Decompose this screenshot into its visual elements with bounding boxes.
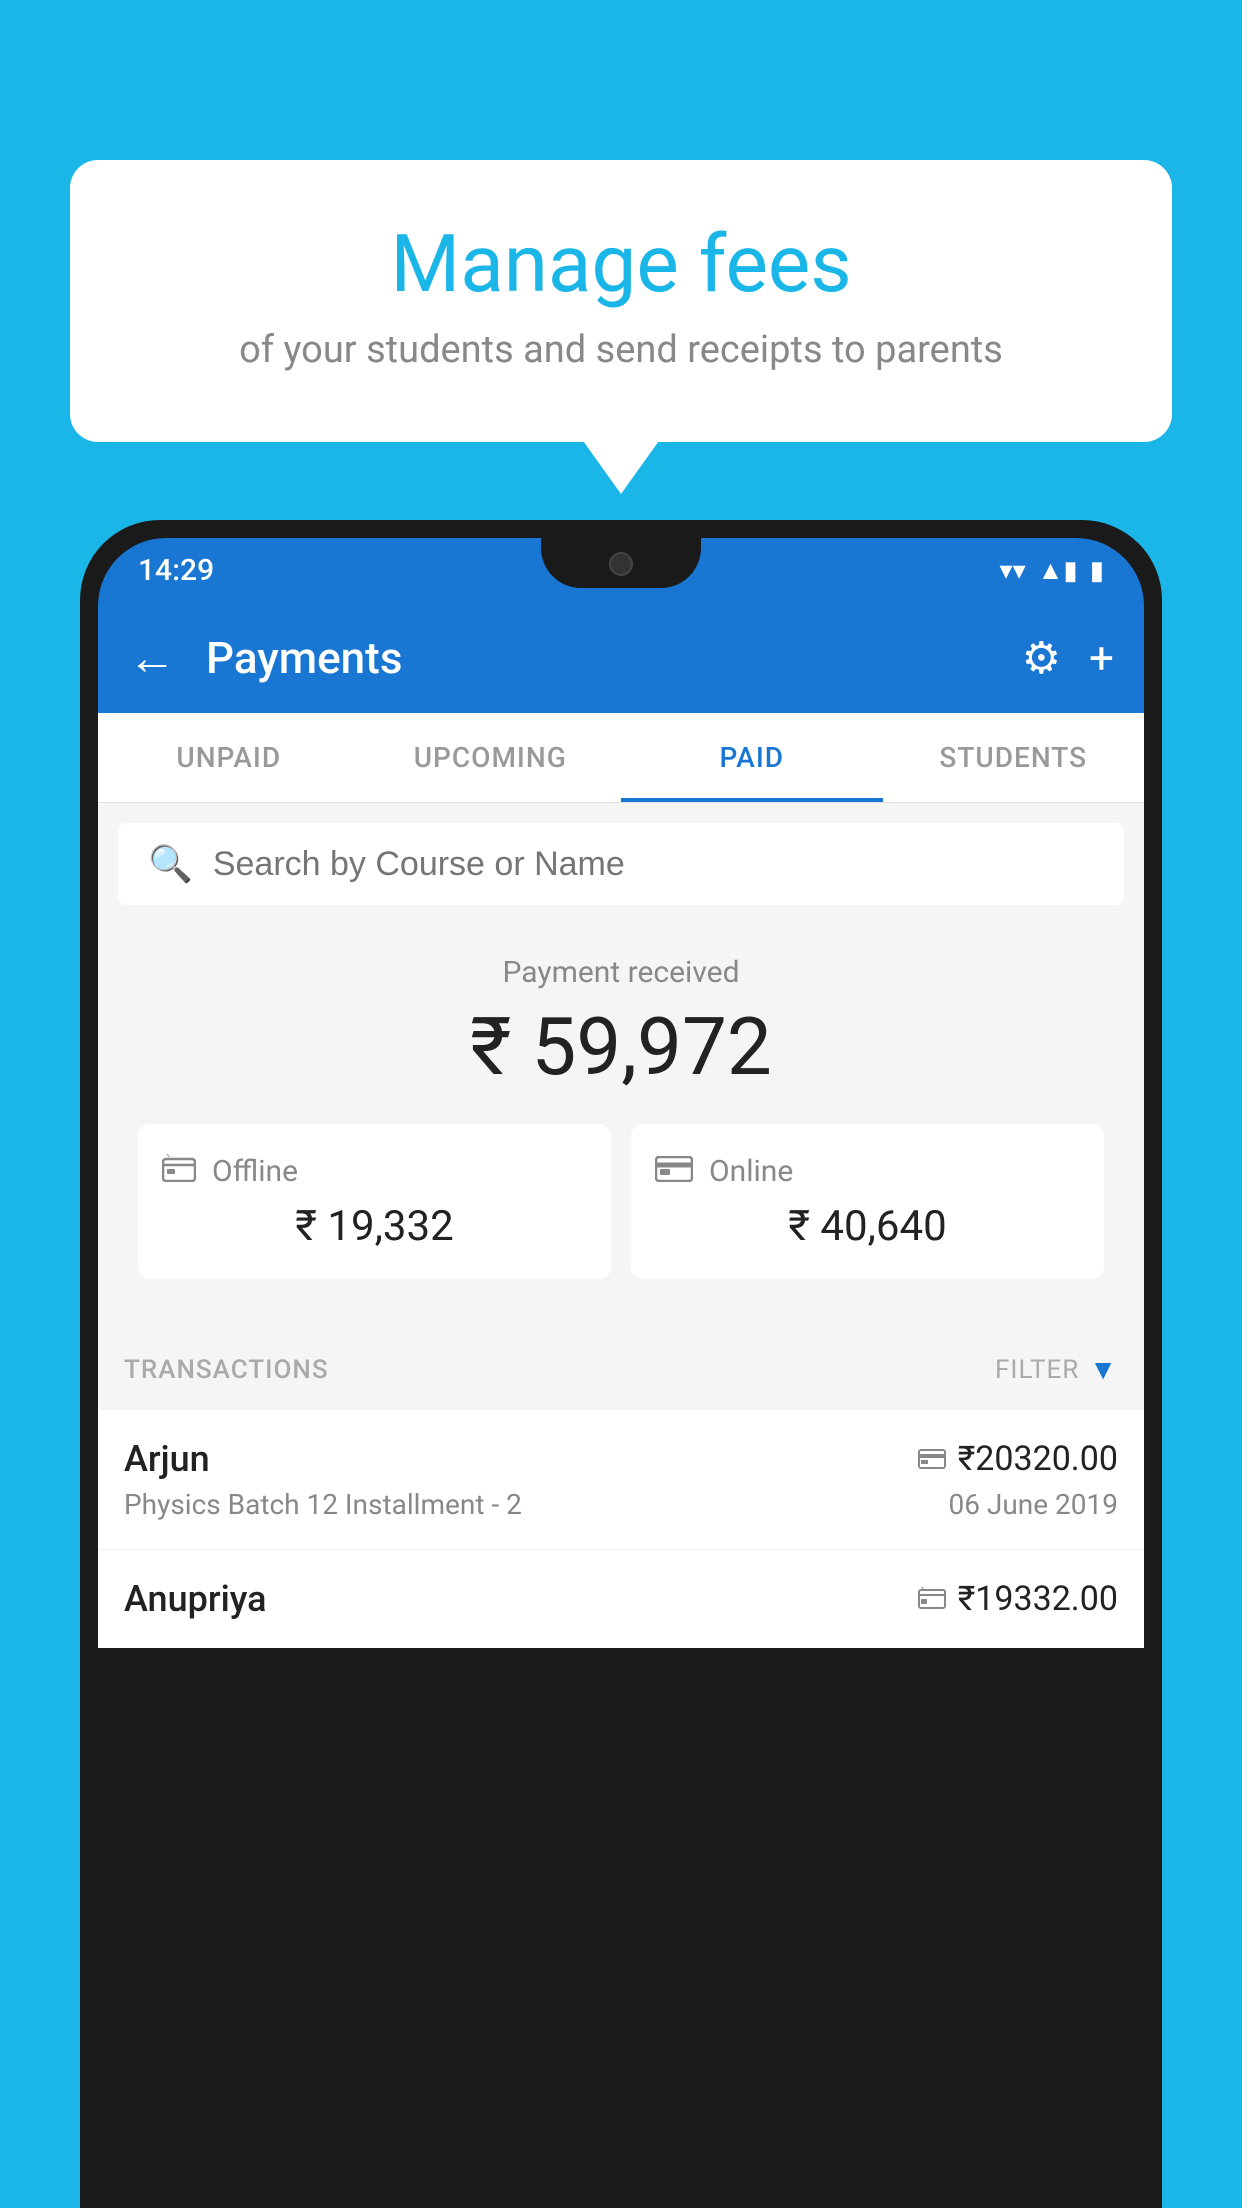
transaction-name-2: Anupriya (124, 1578, 267, 1620)
svg-text:₹: ₹ (921, 1587, 926, 1593)
transaction-partial-top: Anupriya ₹ ₹19 (124, 1578, 1118, 1620)
tabs-bar: UNPAID UPCOMING PAID STUDENTS (98, 713, 1144, 803)
payment-cards: ₹ Offline ₹ 19,332 (118, 1124, 1124, 1309)
transaction-amount: ₹20320.00 (958, 1439, 1118, 1479)
add-icon[interactable]: + (1089, 632, 1114, 684)
offline-card-header: ₹ Offline (162, 1152, 587, 1190)
online-payment-card: Online ₹ 40,640 (631, 1124, 1104, 1279)
search-bar: 🔍 (118, 823, 1124, 905)
speech-bubble-container: Manage fees of your students and send re… (70, 160, 1172, 442)
transaction-amount-row-2: ₹ ₹19332.00 (918, 1579, 1118, 1619)
transaction-list: Arjun ₹20320.00 (98, 1410, 1144, 1648)
phone-inner: 14:29 ▾▾ ▲▮ ▮ ← Payments ⚙ + UNPAID (98, 538, 1144, 2190)
svg-text:₹: ₹ (166, 1154, 171, 1160)
phone-notch (541, 538, 701, 588)
online-card-amount: ₹ 40,640 (655, 1202, 1080, 1251)
offline-payment-card: ₹ Offline ₹ 19,332 (138, 1124, 611, 1279)
wifi-icon: ▾▾ (1000, 556, 1026, 586)
app-bar: ← Payments ⚙ + (98, 603, 1144, 713)
tab-unpaid[interactable]: UNPAID (98, 713, 360, 802)
transaction-row-bottom: Physics Batch 12 Installment - 2 06 June… (124, 1488, 1118, 1521)
transaction-date: 06 June 2019 (948, 1488, 1118, 1521)
tab-paid[interactable]: PAID (621, 713, 883, 802)
app-title: Payments (206, 632, 992, 684)
payment-type-icon-2: ₹ (918, 1583, 946, 1616)
payment-received-amount: ₹ 59,972 (118, 1000, 1124, 1094)
transaction-amount-2: ₹19332.00 (958, 1579, 1118, 1619)
filter-icon: ▼ (1089, 1353, 1118, 1386)
phone-camera (609, 552, 633, 576)
offline-card-amount: ₹ 19,332 (162, 1202, 587, 1251)
signal-icon: ▲▮ (1038, 555, 1078, 586)
online-card-type: Online (709, 1154, 793, 1189)
settings-icon[interactable]: ⚙ (1022, 632, 1061, 684)
transaction-row-top: Arjun ₹20320.00 (124, 1438, 1118, 1480)
transaction-item-partial[interactable]: Anupriya ₹ ₹19 (98, 1550, 1144, 1648)
tab-students[interactable]: STUDENTS (883, 713, 1145, 802)
transaction-name: Arjun (124, 1438, 210, 1480)
search-input[interactable] (213, 845, 1094, 884)
back-button[interactable]: ← (128, 634, 176, 682)
transactions-header: TRANSACTIONS FILTER ▼ (98, 1329, 1144, 1410)
status-icons: ▾▾ ▲▮ ▮ (1000, 555, 1104, 586)
transaction-description: Physics Batch 12 Installment - 2 (124, 1488, 522, 1521)
bubble-title: Manage fees (150, 220, 1092, 308)
payment-received-label: Payment received (118, 955, 1124, 990)
payment-summary: Payment received ₹ 59,972 (98, 925, 1144, 1329)
status-time: 14:29 (138, 553, 214, 588)
app-bar-actions: ⚙ + (1022, 632, 1114, 684)
phone-frame: 14:29 ▾▾ ▲▮ ▮ ← Payments ⚙ + UNPAID (80, 520, 1162, 2208)
online-card-header: Online (655, 1152, 1080, 1190)
speech-bubble: Manage fees of your students and send re… (70, 160, 1172, 442)
transaction-item[interactable]: Arjun ₹20320.00 (98, 1410, 1144, 1550)
offline-card-icon: ₹ (162, 1152, 196, 1190)
online-card-icon (655, 1152, 693, 1190)
battery-icon: ▮ (1090, 556, 1104, 586)
transaction-amount-row: ₹20320.00 (918, 1439, 1118, 1479)
bubble-subtitle: of your students and send receipts to pa… (150, 328, 1092, 372)
payment-type-icon (918, 1443, 946, 1476)
filter-label: FILTER (995, 1355, 1079, 1385)
filter-button[interactable]: FILTER ▼ (995, 1353, 1118, 1386)
search-icon: 🔍 (148, 843, 193, 885)
content-area: 🔍 Payment received ₹ 59,972 (98, 803, 1144, 1648)
transactions-label: TRANSACTIONS (124, 1355, 329, 1385)
tab-upcoming[interactable]: UPCOMING (360, 713, 622, 802)
offline-card-type: Offline (212, 1154, 298, 1189)
